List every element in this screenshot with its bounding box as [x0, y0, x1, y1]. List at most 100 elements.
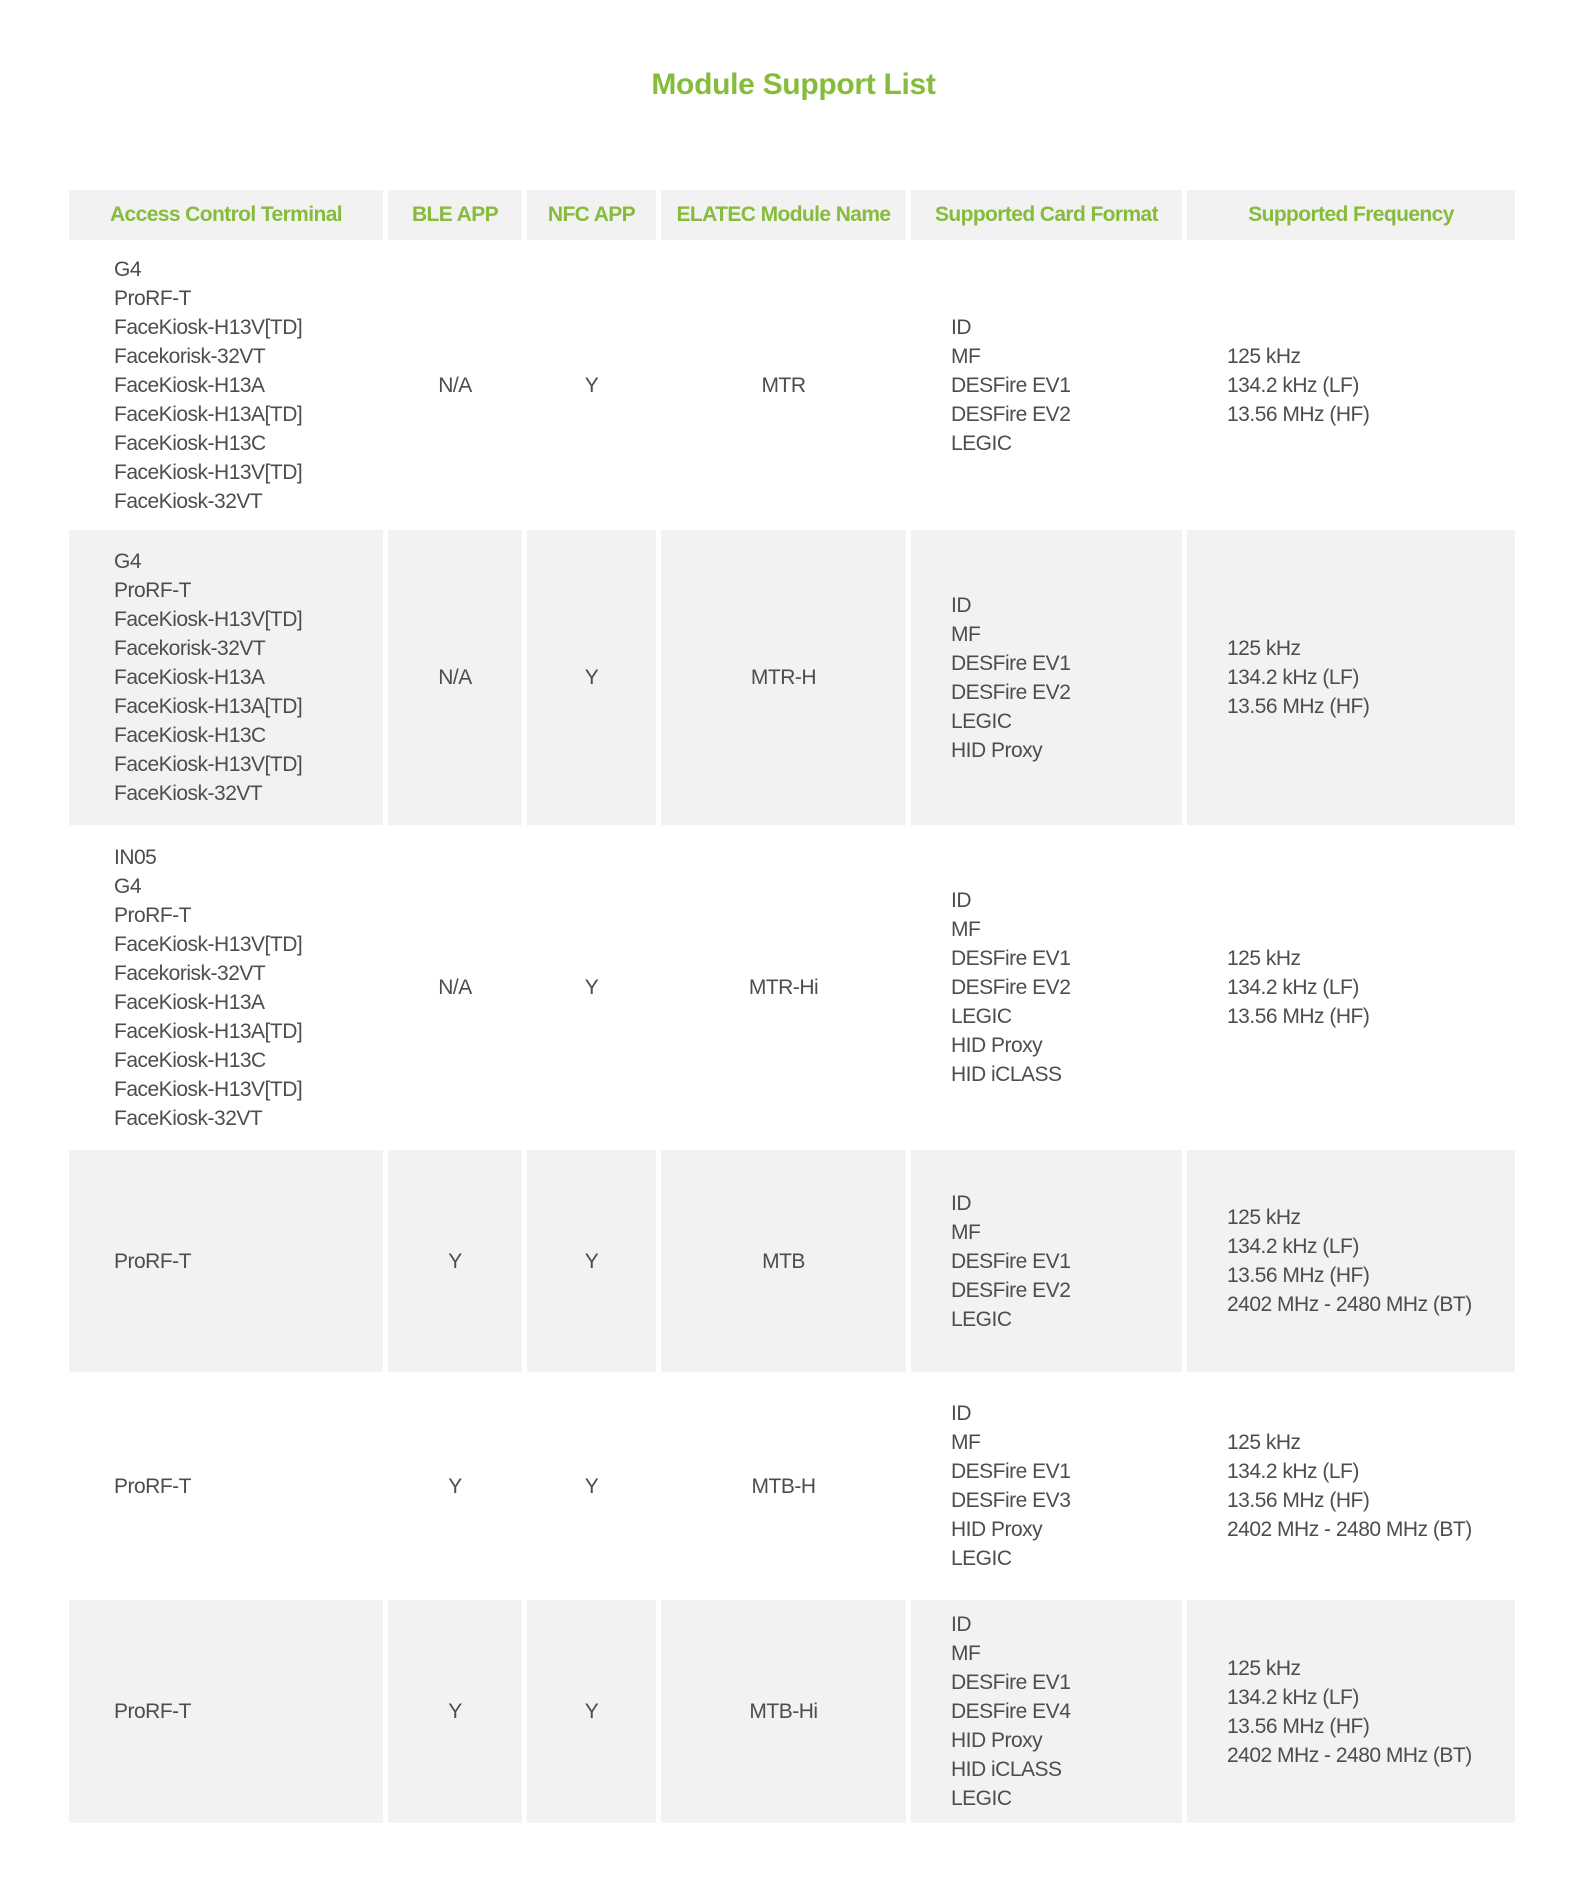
- card-format-cell: ID MF DESFire EV1 DESFire EV3 HID Proxy LEGIC: [911, 1372, 1182, 1600]
- frequency-item: 134.2 kHz (LF): [1227, 666, 1359, 689]
- header-elatec-module-name: ELATEC Module Name: [661, 190, 906, 240]
- frequency-item: 125 kHz: [1227, 1656, 1301, 1680]
- frequency-item: 125 kHz: [1227, 344, 1301, 368]
- terminals-cell: ProRF-T: [69, 1150, 383, 1372]
- frequency-item: 13.56 MHz (HF): [1227, 695, 1370, 718]
- frequency-cell: 125 kHz 134.2 kHz (LF) 13.56 MHz (HF) 2402 …: [1187, 1150, 1515, 1372]
- card-format-item: ID: [951, 593, 972, 617]
- card-format-item: LEGIC: [951, 1787, 1012, 1810]
- card-format-item: LEGIC: [951, 1547, 1012, 1570]
- header-ble-app: BLE APP: [388, 190, 522, 240]
- terminal-item: FaceKiosk-H13V[TD]: [114, 315, 303, 339]
- frequency-item: 13.56 MHz (HF): [1227, 1714, 1370, 1738]
- frequency-item: 2402 MHz - 2480 MHz (BT): [1227, 1293, 1472, 1316]
- terminal-item: G4: [114, 874, 142, 898]
- terminals-cell: ProRF-T: [69, 1372, 383, 1600]
- card-format-cell: ID MF DESFire EV1 DESFire EV4 HID Proxy HID i…: [911, 1600, 1182, 1823]
- card-format-item: LEGIC: [951, 709, 1012, 733]
- terminal-item: G4: [114, 257, 142, 281]
- terminal-item: FaceKiosk-32VT: [114, 1106, 263, 1130]
- terminal-item: ProRF-T: [114, 579, 192, 602]
- frequency-cell: 125 kHz 134.2 kHz (LF) 13.56 MHz (HF) 2402 …: [1187, 1372, 1515, 1600]
- terminals-cell: IN05 G4 ProRF-T FaceKiosk-H13V[TD] Facekoris…: [69, 825, 383, 1150]
- frequency-cell: 125 kHz 134.2 kHz (LF) 13.56 MHz (HF) 2402 …: [1187, 1600, 1515, 1823]
- frequency-item: 13.56 MHz (HF): [1227, 1264, 1370, 1287]
- ble-app-cell: N/A: [388, 530, 522, 825]
- frequency-item: 125 kHz: [1227, 637, 1301, 660]
- header-nfc-app: NFC APP: [527, 190, 656, 240]
- card-format-item: ID: [951, 1613, 972, 1636]
- card-format-item: MF: [951, 1220, 981, 1244]
- card-format-item: ID: [951, 315, 972, 339]
- ble-app-cell: N/A: [388, 825, 522, 1150]
- card-format-item: DESFire EV4: [951, 1700, 1071, 1723]
- module-name-cell: MTB-H: [661, 1372, 906, 1600]
- card-format-cell: ID MF DESFire EV1 DESFire EV2 LEGIC HID Proxy…: [911, 825, 1182, 1150]
- module-name-cell: MTR-H: [661, 530, 906, 825]
- terminal-item: FaceKiosk-H13A: [114, 990, 265, 1014]
- terminal-item: Facekorisk-32VT: [114, 344, 266, 368]
- nfc-app-cell: Y: [527, 530, 656, 825]
- terminals-cell: ProRF-T: [69, 1600, 383, 1823]
- card-format-item: HID iCLASS: [951, 1063, 1062, 1086]
- card-format-item: MF: [951, 344, 981, 368]
- module-name-cell: MTR-Hi: [661, 825, 906, 1150]
- card-format-item: DESFire EV1: [951, 373, 1071, 397]
- card-format-cell: ID MF DESFire EV1 DESFire EV2 LEGIC: [911, 1150, 1182, 1372]
- terminal-item: FaceKiosk-H13V[TD]: [114, 753, 303, 776]
- terminal-item: FaceKiosk-H13V[TD]: [114, 932, 303, 956]
- card-format-item: DESFire EV2: [951, 680, 1071, 704]
- nfc-app-cell: Y: [527, 1150, 656, 1372]
- frequency-item: 125 kHz: [1227, 947, 1301, 970]
- page-title: Module Support List: [651, 68, 936, 101]
- nfc-app-cell: Y: [527, 240, 656, 530]
- card-format-item: HID Proxy: [951, 1518, 1043, 1541]
- terminal-item: FaceKiosk-32VT: [114, 782, 263, 805]
- header-supported-frequency: Supported Frequency: [1187, 190, 1515, 240]
- terminal-item: FaceKiosk-32VT: [114, 489, 263, 513]
- card-format-item: ID: [951, 1191, 972, 1215]
- terminal-item: FaceKiosk-H13V[TD]: [114, 460, 303, 484]
- card-format-item: HID Proxy: [951, 1729, 1043, 1752]
- card-format-cell: ID MF DESFire EV1 DESFire EV2 LEGIC HID Proxy: [911, 530, 1182, 825]
- card-format-item: MF: [951, 1431, 981, 1454]
- card-format-item: HID Proxy: [951, 738, 1043, 762]
- terminal-item: ProRF-T: [114, 286, 192, 310]
- frequency-item: 125 kHz: [1227, 1431, 1301, 1454]
- module-support-table: Access Control Terminal BLE APP NFC APP …: [69, 190, 1516, 1823]
- card-format-item: DESFire EV2: [951, 976, 1071, 999]
- frequency-item: 134.2 kHz (LF): [1227, 976, 1359, 999]
- frequency-item: 134.2 kHz (LF): [1227, 1460, 1359, 1483]
- terminal-item: G4: [114, 550, 142, 573]
- terminal-item: FaceKiosk-H13C: [114, 724, 266, 747]
- frequency-item: 13.56 MHz (HF): [1227, 1005, 1370, 1028]
- card-format-item: ID: [951, 889, 972, 912]
- ble-app-cell: N/A: [388, 240, 522, 530]
- card-format-item: DESFire EV2: [951, 402, 1071, 426]
- card-format-item: DESFire EV1: [951, 947, 1071, 970]
- frequency-item: 134.2 kHz (LF): [1227, 373, 1359, 397]
- terminal-item: FaceKiosk-H13A[TD]: [114, 1019, 303, 1043]
- frequency-item: 13.56 MHz (HF): [1227, 402, 1370, 426]
- frequency-item: 125 kHz: [1227, 1206, 1301, 1229]
- terminal-item: FaceKiosk-H13C: [114, 431, 266, 455]
- card-format-item: MF: [951, 918, 981, 941]
- frequency-item: 134.2 kHz (LF): [1227, 1235, 1359, 1258]
- module-name-cell: MTR: [661, 240, 906, 530]
- terminal-item: IN05: [114, 845, 157, 869]
- terminals-cell: G4 ProRF-T FaceKiosk-H13V[TD] Facekorisk-32…: [69, 240, 383, 530]
- terminal-item: Facekorisk-32VT: [114, 961, 266, 985]
- terminal-item: ProRF-T: [114, 1249, 192, 1273]
- card-format-item: DESFire EV1: [951, 1671, 1071, 1694]
- card-format-item: DESFire EV3: [951, 1489, 1071, 1512]
- card-format-item: HID Proxy: [951, 1034, 1043, 1057]
- card-format-item: DESFire EV2: [951, 1278, 1071, 1302]
- frequency-item: 2402 MHz - 2480 MHz (BT): [1227, 1743, 1472, 1767]
- terminal-item: FaceKiosk-H13C: [114, 1048, 266, 1072]
- frequency-item: 13.56 MHz (HF): [1227, 1489, 1370, 1512]
- module-name-cell: MTB-Hi: [661, 1600, 906, 1823]
- terminal-item: FaceKiosk-H13A[TD]: [114, 695, 303, 718]
- terminal-item: ProRF-T: [114, 1700, 192, 1723]
- frequency-cell: 125 kHz 134.2 kHz (LF) 13.56 MHz (HF): [1187, 825, 1515, 1150]
- terminal-item: FaceKiosk-H13V[TD]: [114, 608, 303, 631]
